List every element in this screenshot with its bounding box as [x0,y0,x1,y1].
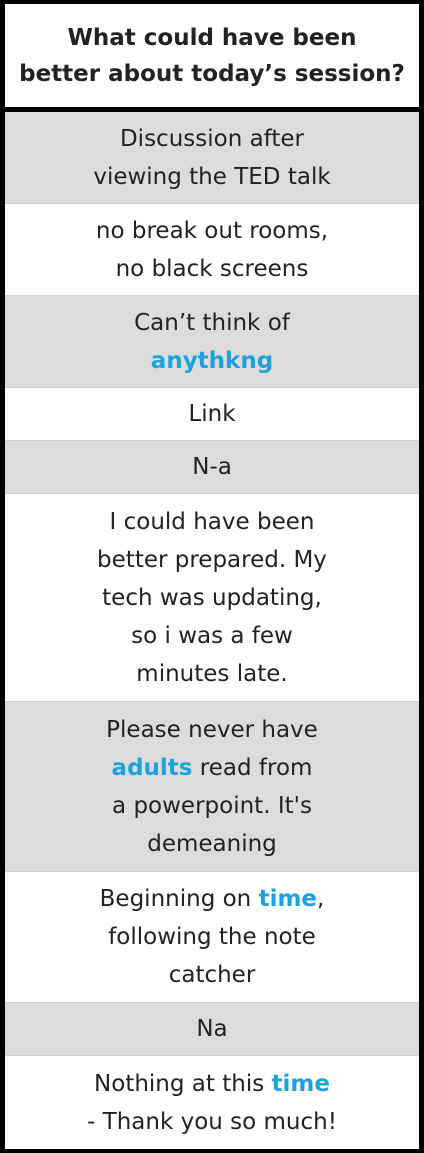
response-line: demeaning [106,825,318,863]
response-line: tech was updating, [97,579,327,617]
responses-list: Discussion after viewing the TED talk no… [5,112,419,1149]
response-text: Beginning on time, following the note ca… [100,880,325,994]
response-line: no black screens [96,250,328,288]
response-line: N-a [192,448,232,486]
response-line: Link [188,395,235,433]
highlighted-word: adults [111,754,193,781]
response-text: Nothing at this time - Thank you so much… [87,1065,337,1141]
response-text: N-a [192,448,232,486]
highlighted-word: time [258,886,318,912]
response-row: no break out rooms, no black screens [5,204,419,296]
response-segment: catcher [168,962,256,988]
response-line: a powerpoint. It's [106,787,318,825]
question-header: What could have been better about today’… [5,4,419,107]
response-text: Discussion after viewing the TED talk [93,120,330,196]
question-title: What could have been better about today’… [19,20,405,92]
response-line: Beginning on time, [100,880,325,918]
response-line: catcher [100,956,325,994]
response-line: so i was a few [97,617,327,655]
response-line: Discussion after [93,120,330,158]
response-segment: Na [196,1016,228,1042]
response-line: Can’t think of [134,304,290,342]
response-row: N-a [5,441,419,494]
response-segment: N-a [192,454,232,480]
highlighted-word: anythkng [150,347,274,374]
response-segment: Please never have [106,716,318,743]
question-title-line-1: What could have been [67,24,357,51]
response-text: Please never have adults read from a pow… [106,711,318,863]
response-row: Please never have adults read from a pow… [5,702,419,872]
response-text: Na [196,1010,227,1048]
response-line: minutes late. [97,655,327,693]
response-segment: Can’t think of [134,309,290,336]
response-row: Nothing at this time - Thank you so much… [5,1056,419,1149]
response-line: adults read from [106,749,318,787]
response-segment: Beginning on [99,886,259,912]
response-text: Can’t think of anythkng [134,304,290,380]
response-segment: Link [188,401,236,427]
response-segment: better prepared. My [97,546,327,573]
response-line: Please never have [106,711,318,749]
response-row: Beginning on time, following the note ca… [5,872,419,1003]
response-row: Link [5,388,419,441]
word-cloud-table: What could have been better about today’… [5,4,419,1149]
response-line: - Thank you so much! [87,1103,337,1141]
response-segment: Discussion after [119,125,305,152]
response-line: anythkng [134,342,290,380]
response-line: following the note [100,918,325,956]
response-text: no break out rooms, no black screens [96,212,328,288]
response-segment: no black screens [115,255,309,282]
response-segment: a powerpoint. It's [112,792,312,819]
question-title-line-2: better about today’s session? [19,60,405,87]
response-line: Na [196,1010,227,1048]
response-segment: following the note [108,924,316,950]
response-segment: minutes late. [136,660,288,687]
response-row: Can’t think of anythkng [5,296,419,388]
response-row: Na [5,1003,419,1056]
response-segment: viewing the TED talk [93,163,331,190]
response-text: Link [188,395,235,433]
response-line: no break out rooms, [96,212,328,250]
response-row: Discussion after viewing the TED talk [5,112,419,204]
response-line: better prepared. My [97,541,327,579]
response-segment: Nothing at this [94,1070,272,1097]
response-segment: demeaning [147,830,277,857]
response-segment: so i was a few [131,622,293,649]
response-text: I could have been better prepared. My te… [97,503,327,693]
response-segment: - Thank you so much! [87,1108,337,1135]
response-segment: no break out rooms, [95,217,329,244]
response-line: I could have been [97,503,327,541]
response-segment: read from [192,754,313,781]
response-line: viewing the TED talk [93,158,330,196]
response-line: Nothing at this time [87,1065,337,1103]
response-segment: tech was updating, [102,584,322,611]
response-segment: , [317,886,325,912]
response-segment: I could have been [109,508,315,535]
response-row: I could have been better prepared. My te… [5,494,419,702]
highlighted-word: time [271,1070,330,1097]
